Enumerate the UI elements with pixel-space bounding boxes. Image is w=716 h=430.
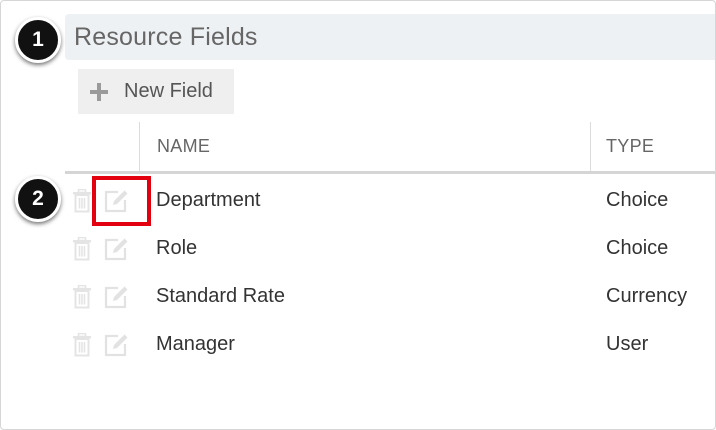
- field-type: Choice: [606, 237, 669, 259]
- new-field-label: New Field: [124, 80, 213, 102]
- table-row: Manager User: [65, 321, 715, 369]
- table-header: NAME TYPE: [65, 122, 715, 174]
- field-name: Manager: [156, 333, 235, 355]
- new-field-button[interactable]: New Field: [78, 69, 234, 114]
- trash-icon[interactable]: [72, 285, 92, 309]
- trash-icon[interactable]: [72, 333, 92, 357]
- step-callout-1: 1: [15, 17, 61, 63]
- plus-icon: [90, 82, 108, 101]
- table-row: Role Choice: [65, 225, 715, 273]
- edit-icon[interactable]: [103, 284, 129, 310]
- trash-icon[interactable]: [72, 189, 92, 213]
- column-header-type[interactable]: TYPE: [606, 136, 654, 157]
- resource-fields-panel: Resource Fields 1 New Field NAME TYPE De…: [0, 0, 716, 430]
- section-header: Resource Fields: [65, 14, 715, 60]
- field-name: Role: [156, 237, 198, 259]
- edit-icon[interactable]: [103, 332, 129, 358]
- field-type: User: [606, 333, 649, 355]
- column-divider: [139, 122, 140, 171]
- edit-icon[interactable]: [103, 236, 129, 262]
- column-header-name[interactable]: NAME: [157, 136, 210, 157]
- field-name: Standard Rate: [156, 285, 285, 307]
- table-row: Department Choice: [65, 177, 715, 225]
- field-type: Choice: [606, 189, 669, 211]
- table-row: Standard Rate Currency: [65, 273, 715, 321]
- section-title: Resource Fields: [74, 22, 258, 51]
- field-type: Currency: [606, 285, 688, 307]
- step-callout-2: 2: [15, 176, 61, 222]
- column-divider: [590, 122, 591, 171]
- edit-icon-highlight: [92, 176, 151, 226]
- trash-icon[interactable]: [72, 237, 92, 261]
- field-name: Department: [156, 189, 261, 211]
